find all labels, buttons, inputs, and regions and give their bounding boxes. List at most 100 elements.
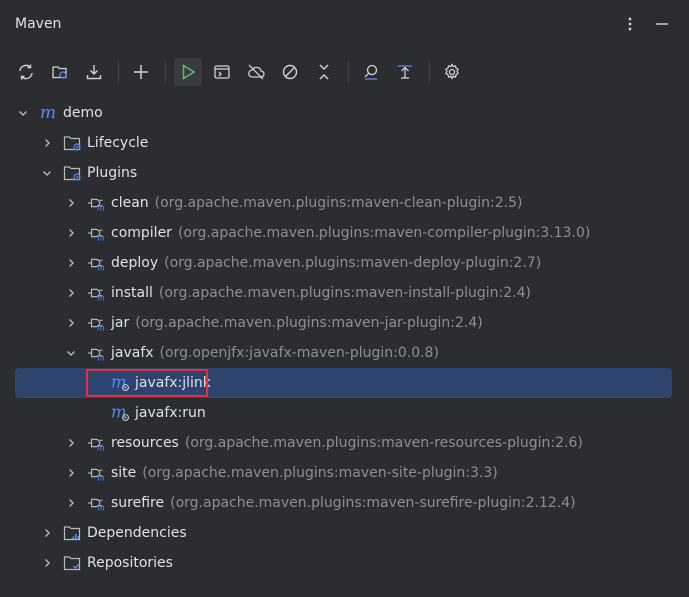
svg-text:m: m	[97, 502, 105, 512]
toolbar-separator	[429, 61, 430, 83]
chevron-right-icon[interactable]	[63, 285, 79, 301]
chevron-right-icon[interactable]	[63, 195, 79, 211]
panel-header: Maven	[0, 0, 689, 48]
maven-goal-icon: m	[111, 403, 131, 423]
collapse-all-button[interactable]	[310, 58, 338, 86]
tree-node-plugin[interactable]: m install (org.apache.maven.plugins:mave…	[15, 278, 672, 308]
folder-repositories-icon	[63, 553, 83, 573]
chevron-right-icon[interactable]	[63, 435, 79, 451]
goal-name: javafx:run	[135, 405, 206, 421]
svg-text:m: m	[97, 352, 105, 362]
plugin-coordinates: (org.apache.maven.plugins:maven-deploy-p…	[164, 255, 542, 271]
panel-title: Maven	[15, 16, 62, 32]
svg-text:m: m	[97, 442, 105, 452]
execute-goal-icon	[214, 65, 230, 79]
tree-node-plugin[interactable]: m deploy (org.apache.maven.plugins:maven…	[15, 248, 672, 278]
maven-plugin-icon: m	[87, 313, 107, 333]
maven-plugin-icon: m	[87, 343, 107, 363]
tree-node-plugins[interactable]: Plugins	[15, 158, 672, 188]
maven-plugin-icon: m	[87, 493, 107, 513]
download-sources-button[interactable]	[80, 58, 108, 86]
show-dependencies-button[interactable]	[391, 58, 419, 86]
svg-text:m: m	[97, 292, 105, 302]
chevron-right-icon[interactable]	[63, 465, 79, 481]
add-project-button[interactable]	[127, 58, 155, 86]
tree-node-plugin[interactable]: m site (org.apache.maven.plugins:maven-s…	[15, 458, 672, 488]
plus-icon	[134, 65, 148, 79]
offline-icon	[248, 64, 265, 80]
chevron-down-icon[interactable]	[15, 105, 31, 121]
chevron-right-icon[interactable]	[63, 255, 79, 271]
svg-text:m: m	[97, 232, 105, 242]
tree-node-plugin[interactable]: m compiler (org.apache.maven.plugins:mav…	[15, 218, 672, 248]
tree-node-label: demo	[63, 105, 103, 121]
toggle-offline-button[interactable]	[242, 58, 270, 86]
toolbar-separator	[165, 61, 166, 83]
svg-text:m: m	[97, 322, 105, 332]
plugin-coordinates: (org.apache.maven.plugins:maven-surefire…	[170, 495, 576, 511]
show-deps-icon	[398, 65, 412, 79]
plugin-name: install	[111, 285, 153, 301]
maven-plugin-icon: m	[87, 283, 107, 303]
tree-node-label: Lifecycle	[87, 135, 149, 151]
tree-node-repositories[interactable]: Repositories	[15, 548, 672, 578]
folder-settings-icon	[63, 163, 83, 183]
chevron-right-icon[interactable]	[39, 555, 55, 571]
skip-tests-icon	[282, 64, 298, 80]
execute-goal-button[interactable]	[208, 58, 236, 86]
settings-button[interactable]	[438, 58, 466, 86]
tree-node-plugin[interactable]: m resources (org.apache.maven.plugins:ma…	[15, 428, 672, 458]
chevron-right-icon[interactable]	[63, 315, 79, 331]
tree-node-label: Dependencies	[87, 525, 187, 541]
tree-node-plugin-javafx[interactable]: m javafx (org.openjfx:javafx-maven-plugi…	[15, 338, 672, 368]
collapse-icon	[319, 64, 329, 80]
tree-node-dependencies[interactable]: Dependencies	[15, 518, 672, 548]
toolbar-separator	[118, 61, 119, 83]
chevron-right-icon[interactable]	[39, 135, 55, 151]
svg-text:m: m	[97, 472, 105, 482]
plugin-name: resources	[111, 435, 179, 451]
svg-text:m: m	[97, 262, 105, 272]
maven-plugin-icon: m	[87, 193, 107, 213]
tree-node-label: Plugins	[87, 165, 138, 181]
analyze-dependencies-button[interactable]	[357, 58, 385, 86]
chevron-right-icon[interactable]	[39, 525, 55, 541]
analyze-deps-icon	[364, 64, 378, 80]
svg-text:m: m	[111, 403, 127, 422]
reload-all-button[interactable]	[12, 58, 40, 86]
tree-node-lifecycle[interactable]: Lifecycle	[15, 128, 672, 158]
plugin-name: jar	[111, 315, 130, 331]
tree-node-plugin[interactable]: m surefire (org.apache.maven.plugins:mav…	[15, 488, 672, 518]
tree-node-goal-run[interactable]: m javafx:run	[15, 398, 672, 428]
skip-tests-button[interactable]	[276, 58, 304, 86]
run-button[interactable]	[174, 58, 202, 86]
tree-node-plugin[interactable]: m jar (org.apache.maven.plugins:maven-ja…	[15, 308, 672, 338]
plugin-name: surefire	[111, 495, 165, 511]
download-icon	[86, 65, 102, 80]
tree-node-demo[interactable]: m demo	[15, 98, 672, 128]
tree-node-label: Repositories	[87, 555, 173, 571]
plugin-coordinates: (org.apache.maven.plugins:maven-install-…	[158, 285, 531, 301]
plugin-name: deploy	[111, 255, 159, 271]
run-icon	[182, 64, 196, 80]
maven-module-icon: m	[39, 103, 59, 123]
plugin-coordinates: (org.apache.maven.plugins:maven-jar-plug…	[135, 315, 483, 331]
chevron-right-icon[interactable]	[63, 225, 79, 241]
reload-project-button[interactable]	[46, 58, 74, 86]
plugin-coordinates: (org.apache.maven.plugins:maven-resource…	[184, 435, 583, 451]
svg-text:m: m	[97, 202, 105, 212]
plugin-name: site	[111, 465, 137, 481]
tree-node-plugin[interactable]: m clean (org.apache.maven.plugins:maven-…	[15, 188, 672, 218]
maven-plugin-icon: m	[87, 253, 107, 273]
chevron-right-icon[interactable]	[63, 495, 79, 511]
highlight-box	[86, 369, 208, 397]
maven-plugin-icon: m	[87, 433, 107, 453]
plugin-coordinates: (org.apache.maven.plugins:maven-site-plu…	[142, 465, 498, 481]
minimize-icon[interactable]	[650, 12, 674, 36]
settings-icon	[445, 63, 459, 80]
plugin-name: clean	[111, 195, 149, 211]
more-options-icon[interactable]	[618, 12, 642, 36]
maven-plugin-icon: m	[87, 223, 107, 243]
chevron-down-icon[interactable]	[39, 165, 55, 181]
chevron-down-icon[interactable]	[63, 345, 79, 361]
